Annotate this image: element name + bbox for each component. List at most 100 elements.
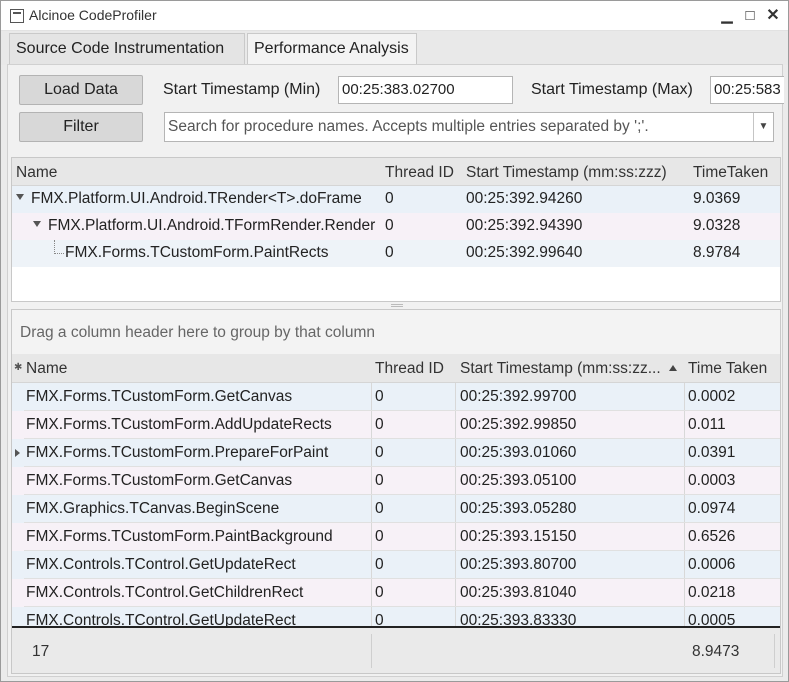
asterisk-icon: ✱: [14, 362, 23, 373]
close-icon[interactable]: ✕: [763, 6, 783, 26]
tree-cell-time: 9.0369: [693, 190, 741, 207]
minimize-icon[interactable]: ▁: [717, 6, 737, 26]
splitter-handle[interactable]: [391, 304, 403, 307]
window-title: Alcinoe CodeProfiler: [29, 7, 157, 23]
collapse-icon[interactable]: [33, 221, 41, 227]
grid-summary-footer: 17 8.9473: [12, 626, 780, 673]
grid-col-thread[interactable]: Thread ID: [375, 360, 444, 378]
tree-col-start[interactable]: Start Timestamp (mm:ss:zzz): [466, 164, 667, 182]
cell-start: 00:25:393.05280: [460, 500, 577, 517]
cell-name: FMX.Graphics.TCanvas.BeginScene: [26, 500, 280, 517]
tree-col-name[interactable]: Name: [16, 164, 57, 182]
collapse-icon[interactable]: [16, 194, 24, 200]
tree-cell-time: 8.9784: [693, 244, 741, 261]
cell-name: FMX.Controls.TControl.GetChildrenRect: [26, 584, 304, 601]
cell-start: 00:25:393.83330: [460, 612, 577, 626]
tree-row[interactable]: FMX.Forms.TCustomForm.PaintRects 0 00:25…: [12, 240, 780, 267]
tab-bar: Source Code Instrumentation Performance …: [1, 31, 788, 65]
search-placeholder: Search for procedure names. Accepts mult…: [168, 118, 649, 135]
cell-name: FMX.Forms.TCustomForm.GetCanvas: [26, 388, 293, 405]
cell-name: FMX.Forms.TCustomForm.PrepareForPaint: [26, 444, 329, 461]
tree-header: Name Thread ID Start Timestamp (mm:ss:zz…: [12, 158, 780, 186]
start-max-label: Start Timestamp (Max): [531, 81, 693, 98]
tree-cell-name: FMX.Platform.UI.Android.TFormRender.Rend…: [48, 217, 376, 234]
tree-row[interactable]: FMX.Platform.UI.Android.TFormRender.Rend…: [12, 213, 780, 240]
procedure-search-combo[interactable]: Search for procedure names. Accepts mult…: [164, 112, 774, 142]
filter-button[interactable]: Filter: [19, 112, 143, 142]
tree-cell-name: FMX.Forms.TCustomForm.PaintRects: [65, 244, 329, 261]
start-min-input[interactable]: 00:25:383.02700: [338, 76, 513, 104]
cell-time: 0.6526: [688, 528, 736, 545]
cell-start: 00:25:392.99850: [460, 416, 577, 433]
table-row[interactable]: FMX.Controls.TControl.GetUpdateRect 0 00…: [12, 551, 780, 579]
cell-time: 0.0974: [688, 500, 736, 517]
title-bar: Alcinoe CodeProfiler ▁ □ ✕: [1, 1, 788, 31]
cell-start: 00:25:392.99700: [460, 388, 577, 405]
table-row[interactable]: FMX.Controls.TControl.GetChildrenRect 0 …: [12, 579, 780, 607]
cell-name: FMX.Forms.TCustomForm.AddUpdateRects: [26, 416, 332, 433]
cell-start: 00:25:393.15150: [460, 528, 577, 545]
tree-col-thread[interactable]: Thread ID: [385, 164, 454, 182]
cell-time: 0.0006: [688, 556, 736, 573]
tree-cell-start: 00:25:392.94390: [466, 217, 583, 234]
table-row[interactable]: FMX.Graphics.TCanvas.BeginScene 0 00:25:…: [12, 495, 780, 523]
calls-grid[interactable]: Drag a column header here to group by th…: [11, 309, 781, 674]
cell-name: FMX.Forms.TCustomForm.GetCanvas: [26, 472, 293, 489]
table-row[interactable]: FMX.Forms.TCustomForm.AddUpdateRects 0 0…: [12, 411, 780, 439]
table-row[interactable]: FMX.Forms.TCustomForm.PrepareForPaint 0 …: [12, 439, 780, 467]
current-row-indicator-icon: [15, 449, 20, 457]
grid-col-start[interactable]: Start Timestamp (mm:ss:zz...: [460, 360, 665, 378]
tree-cell-time: 9.0328: [693, 217, 741, 234]
cell-name: FMX.Controls.TControl.GetUpdateRect: [26, 556, 296, 573]
tree-cell-start: 00:25:392.99640: [466, 244, 583, 261]
tree-connector: [54, 240, 64, 254]
grid-body: FMX.Forms.TCustomForm.GetCanvas 0 00:25:…: [12, 383, 780, 626]
grid-col-name[interactable]: Name: [26, 360, 67, 378]
grid-col-time[interactable]: Time Taken: [688, 360, 767, 378]
cell-thread: 0: [375, 556, 384, 573]
time-taken-summary: 8.9473: [692, 643, 740, 660]
maximize-icon[interactable]: □: [740, 6, 760, 26]
tab-performance-analysis[interactable]: Performance Analysis: [247, 33, 417, 65]
app-window: Alcinoe CodeProfiler ▁ □ ✕ Source Code I…: [0, 0, 789, 682]
table-row[interactable]: FMX.Forms.TCustomForm.GetCanvas 0 00:25:…: [12, 383, 780, 411]
cell-name: FMX.Forms.TCustomForm.PaintBackground: [26, 528, 333, 545]
performance-analysis-pane: Load Data Start Timestamp (Min) 00:25:38…: [7, 64, 784, 677]
call-tree[interactable]: Name Thread ID Start Timestamp (mm:ss:zz…: [11, 157, 781, 302]
table-row[interactable]: FMX.Forms.TCustomForm.PaintBackground 0 …: [12, 523, 780, 551]
load-data-button[interactable]: Load Data: [19, 75, 143, 105]
grid-header: ✱ Name Thread ID Start Timestamp (mm:ss:…: [12, 354, 780, 383]
cell-time: 0.0003: [688, 472, 736, 489]
tree-cell-start: 00:25:392.94260: [466, 190, 583, 207]
cell-thread: 0: [375, 500, 384, 517]
start-min-label: Start Timestamp (Min): [163, 81, 321, 98]
cell-time: 0.0005: [688, 612, 736, 626]
group-by-hint[interactable]: Drag a column header here to group by th…: [20, 324, 375, 342]
cell-thread: 0: [375, 472, 384, 489]
cell-thread: 0: [375, 612, 384, 626]
cell-thread: 0: [375, 416, 384, 433]
tab-source-code-instrumentation[interactable]: Source Code Instrumentation: [9, 33, 245, 65]
start-max-input[interactable]: 00:25:583: [710, 76, 784, 104]
row-count-summary: 17: [32, 643, 50, 660]
app-icon: [10, 9, 24, 23]
cell-name: FMX.Controls.TControl.GetUpdateRect: [26, 612, 296, 626]
cell-time: 0.011: [688, 416, 726, 433]
tree-cell-thread: 0: [385, 217, 394, 234]
table-row[interactable]: FMX.Forms.TCustomForm.GetCanvas 0 00:25:…: [12, 467, 780, 495]
table-row[interactable]: FMX.Controls.TControl.GetUpdateRect 0 00…: [12, 607, 780, 626]
chevron-down-icon[interactable]: ▼: [753, 113, 773, 141]
cell-thread: 0: [375, 444, 384, 461]
cell-start: 00:25:393.81040: [460, 584, 577, 601]
cell-start: 00:25:393.01060: [460, 444, 577, 461]
cell-start: 00:25:393.80700: [460, 556, 577, 573]
tree-row[interactable]: FMX.Platform.UI.Android.TRender<T>.doFra…: [12, 186, 780, 213]
cell-time: 0.0391: [688, 444, 736, 461]
tree-cell-thread: 0: [385, 190, 394, 207]
cell-thread: 0: [375, 388, 384, 405]
cell-thread: 0: [375, 528, 384, 545]
tree-col-time[interactable]: TimeTaken: [693, 164, 768, 182]
tree-cell-thread: 0: [385, 244, 394, 261]
cell-thread: 0: [375, 584, 384, 601]
sort-ascending-icon: [669, 365, 677, 371]
